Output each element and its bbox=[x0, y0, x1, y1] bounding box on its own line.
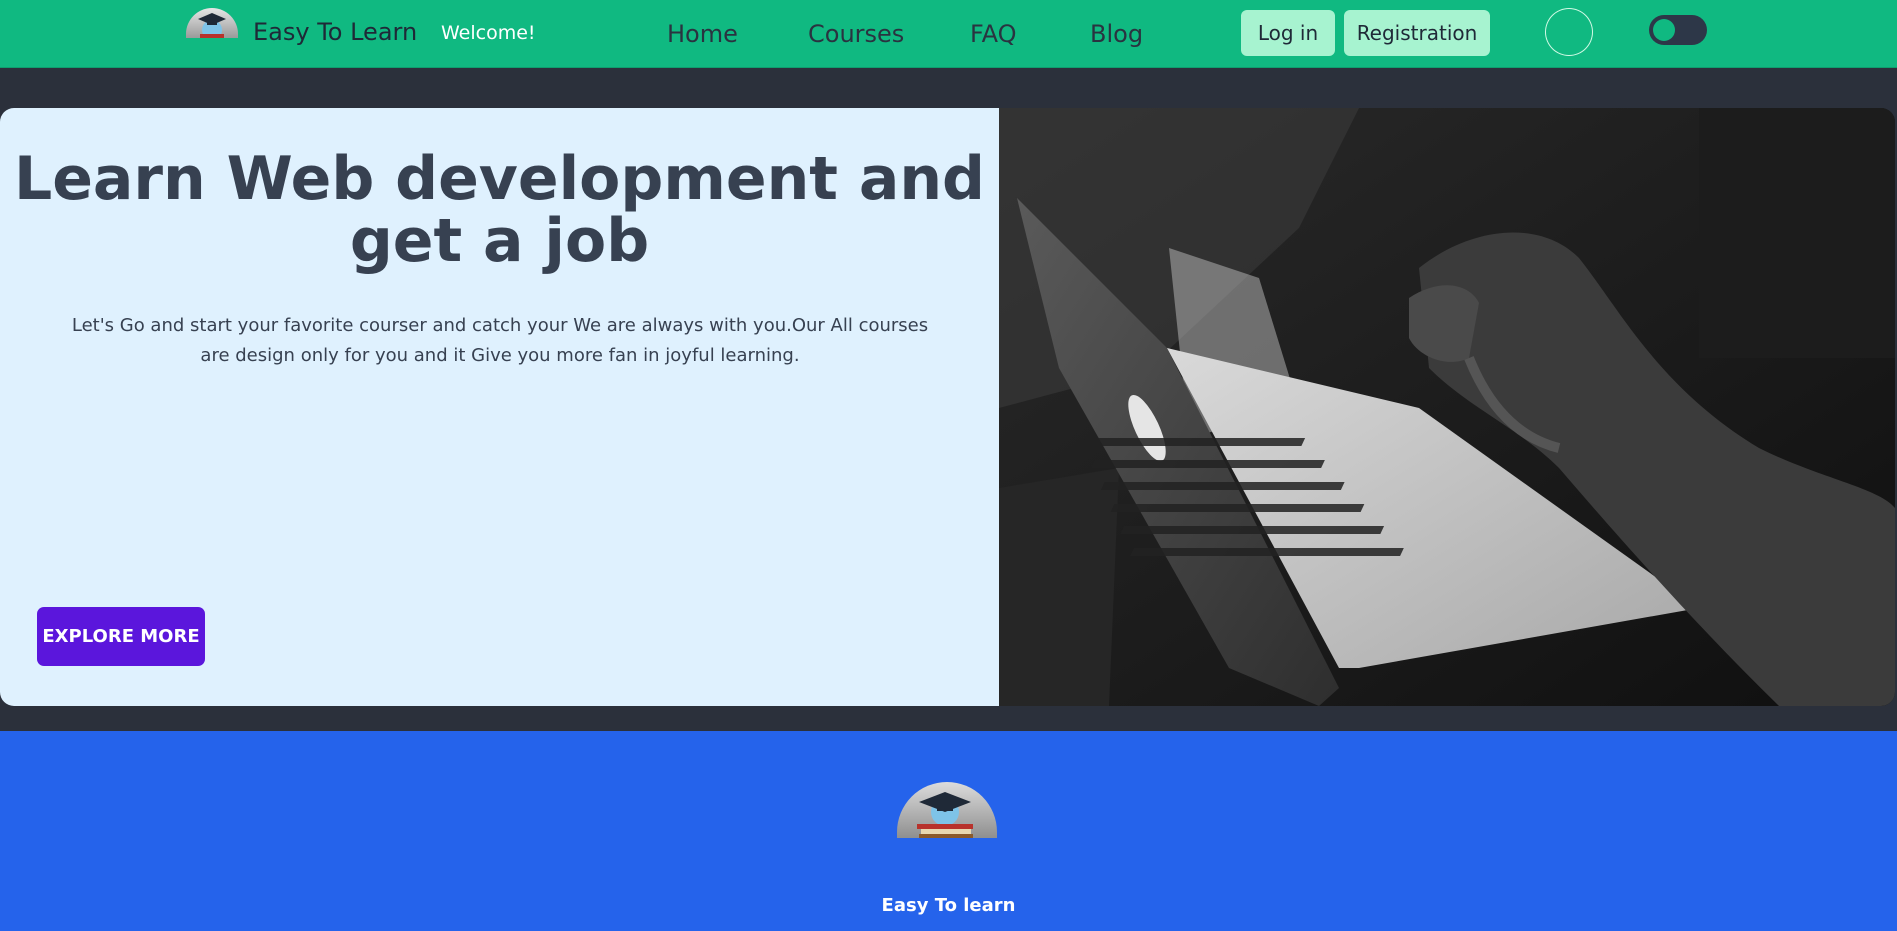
logo-icon[interactable] bbox=[186, 8, 238, 38]
footer-brand: Easy To learn bbox=[881, 895, 1016, 916]
explore-more-button[interactable]: EXPLORE MORE bbox=[37, 607, 205, 666]
hero-laptop-image bbox=[999, 108, 1895, 706]
hero-title: Learn Web development and get a job bbox=[13, 144, 985, 276]
theme-toggle[interactable] bbox=[1649, 15, 1707, 45]
hero-description: Let's Go and start your favorite courser… bbox=[71, 315, 929, 366]
navbar: Easy To Learn Welcome! Home Courses FAQ … bbox=[0, 0, 1897, 68]
registration-button[interactable]: Registration bbox=[1344, 10, 1490, 56]
toggle-knob bbox=[1653, 19, 1675, 41]
login-button[interactable]: Log in bbox=[1241, 10, 1335, 56]
nav-blog[interactable]: Blog bbox=[1090, 20, 1143, 48]
welcome-text: Welcome! bbox=[441, 22, 536, 44]
brand-name[interactable]: Easy To Learn bbox=[253, 18, 417, 46]
nav-faq[interactable]: FAQ bbox=[970, 20, 1017, 48]
user-avatar-icon[interactable] bbox=[1545, 8, 1593, 56]
nav-home[interactable]: Home bbox=[667, 20, 738, 48]
nav-courses[interactable]: Courses bbox=[808, 20, 904, 48]
